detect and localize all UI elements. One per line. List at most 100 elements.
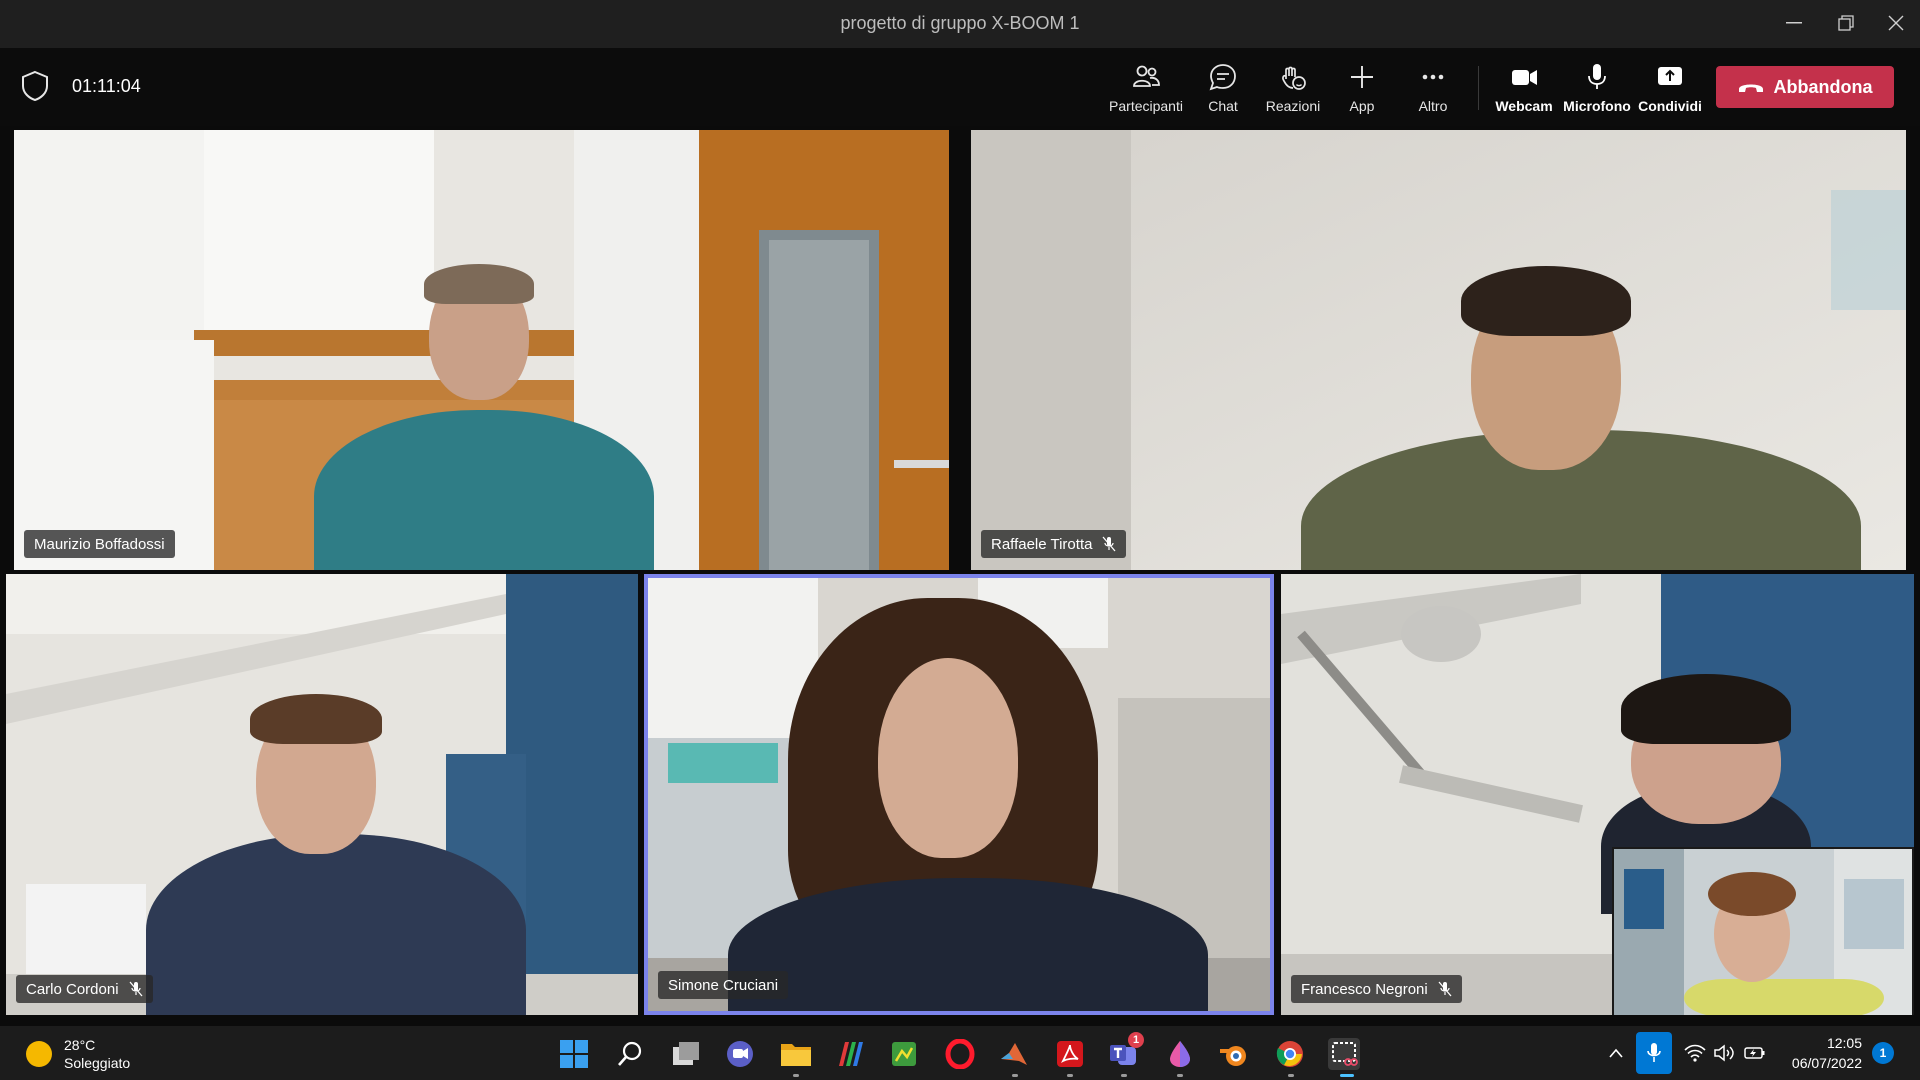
name-tag: Simone Cruciani (658, 971, 789, 999)
shield-icon[interactable] (20, 70, 50, 102)
video-tile-maurizio[interactable]: Maurizio Boffadossi (14, 130, 949, 570)
more-button[interactable]: Altro (1412, 58, 1454, 118)
more-dots-icon (1422, 74, 1444, 80)
microphone-label: Microfono (1563, 98, 1631, 114)
wifi-icon (1684, 1044, 1706, 1062)
battery-charging-icon (1744, 1047, 1765, 1059)
snipping-tool-button[interactable] (1328, 1038, 1360, 1070)
webcam-label: Webcam (1495, 98, 1553, 114)
battery-button[interactable] (1744, 1026, 1766, 1080)
acrobat-icon (1057, 1041, 1083, 1067)
blender-icon (1220, 1046, 1246, 1066)
chevron-up-icon (1609, 1048, 1623, 1058)
participant-name: Carlo Cordoni (26, 980, 119, 998)
meeting-toolbar: 01:11:04 Partecipanti Chat Reazioni App (0, 48, 1920, 126)
video-tile-carlo[interactable]: Carlo Cordoni (6, 574, 638, 1015)
clock-date: 06/07/2022 (1791, 1055, 1862, 1071)
teams-button[interactable]: 1 (1108, 1032, 1144, 1070)
name-tag: Francesco Negroni (1291, 975, 1462, 1003)
chat-label: Chat (1208, 98, 1238, 114)
file-explorer-icon (781, 1044, 811, 1066)
show-hidden-icons-button[interactable] (1608, 1026, 1624, 1080)
self-view[interactable] (1612, 847, 1914, 1015)
mic-muted-icon (129, 981, 143, 997)
running-indicator (1067, 1074, 1073, 1077)
search-button[interactable] (614, 1038, 646, 1070)
participant-video (146, 694, 526, 1015)
app-green-icon (892, 1042, 916, 1066)
camera-icon (1512, 70, 1537, 85)
share-screen-icon (1658, 67, 1682, 85)
participant-name: Simone Cruciani (668, 976, 779, 994)
app-stripes-button[interactable] (834, 1038, 866, 1070)
share-label: Condividi (1638, 98, 1702, 114)
opera-button[interactable] (944, 1038, 976, 1070)
taskbar-clock[interactable]: 12:05 06/07/2022 (1786, 1033, 1862, 1073)
drop-app-button[interactable] (1164, 1038, 1196, 1070)
apps-button[interactable]: App (1342, 58, 1382, 118)
file-explorer-button[interactable] (780, 1038, 812, 1070)
app-green-button[interactable] (888, 1038, 920, 1070)
start-icon (560, 1040, 588, 1068)
chrome-button[interactable] (1274, 1038, 1306, 1070)
share-button[interactable]: Condividi (1638, 58, 1702, 118)
participants-button[interactable]: Partecipanti (1108, 58, 1184, 118)
name-tag: Maurizio Boffadossi (24, 530, 175, 558)
reactions-button[interactable]: Reazioni (1262, 58, 1324, 118)
apps-label: App (1349, 98, 1375, 114)
start-button[interactable] (558, 1038, 590, 1070)
close-icon (1888, 15, 1904, 31)
running-indicator (1288, 1074, 1294, 1077)
toolbar-divider (1478, 66, 1479, 110)
taskbar: 28°C Soleggiato 1 12:05 06/07/2022 1 (0, 1026, 1920, 1080)
microphone-icon (1647, 1043, 1661, 1062)
running-indicator (793, 1074, 799, 1077)
reactions-icon (1282, 66, 1306, 90)
video-tile-simone[interactable]: Simone Cruciani (648, 578, 1270, 1011)
task-view-icon (673, 1042, 699, 1065)
more-label: Altro (1418, 98, 1448, 114)
restore-button[interactable] (1818, 0, 1874, 46)
task-view-button[interactable] (670, 1038, 702, 1070)
matlab-button[interactable] (998, 1038, 1030, 1070)
minimize-button[interactable] (1766, 0, 1822, 46)
video-tile-francesco[interactable]: Francesco Negroni (1281, 574, 1914, 1015)
microphone-button[interactable]: Microfono (1563, 58, 1631, 118)
mic-muted-icon (1102, 536, 1116, 552)
title-bar: progetto di gruppo X-BOOM 1 (0, 0, 1920, 48)
people-icon (1133, 65, 1160, 87)
name-tag: Raffaele Tirotta (981, 530, 1127, 558)
close-window-button[interactable] (1868, 0, 1920, 46)
microphone-icon (1588, 64, 1606, 89)
self-view-feed (1614, 849, 1912, 1015)
network-button[interactable] (1684, 1026, 1706, 1080)
meeting-timer: 01:11:04 (72, 76, 141, 96)
mic-in-use-indicator[interactable] (1636, 1032, 1672, 1074)
notification-badge[interactable]: 1 (1872, 1042, 1894, 1064)
running-indicator (1177, 1074, 1183, 1077)
chat-button[interactable]: Chat (1198, 58, 1248, 118)
volume-button[interactable] (1714, 1026, 1736, 1080)
blender-button[interactable] (1218, 1038, 1250, 1070)
chrome-icon (1276, 1041, 1303, 1067)
webcam-button[interactable]: Webcam (1495, 58, 1553, 118)
search-icon (618, 1041, 642, 1066)
active-indicator (1340, 1074, 1354, 1077)
participant-name: Raffaele Tirotta (991, 535, 1093, 553)
participants-label: Partecipanti (1109, 98, 1183, 114)
teams-badge: 1 (1128, 1032, 1144, 1048)
teams-chat-button[interactable] (724, 1038, 756, 1070)
chat-icon (1209, 64, 1236, 91)
reactions-label: Reazioni (1265, 98, 1321, 114)
speaker-icon (1714, 1044, 1734, 1062)
leave-button[interactable]: Abbandona (1716, 66, 1894, 108)
participant-video (728, 598, 1208, 1011)
snipping-tool-icon (1332, 1042, 1358, 1066)
sun-icon (26, 1041, 52, 1067)
teams-chat-icon (727, 1041, 753, 1067)
participant-video (1301, 266, 1861, 570)
video-tile-raffaele[interactable]: Raffaele Tirotta (971, 130, 1906, 570)
leave-label: Abbandona (1773, 76, 1873, 97)
acrobat-button[interactable] (1054, 1038, 1086, 1070)
weather-widget[interactable]: 28°C Soleggiato (26, 1036, 130, 1072)
